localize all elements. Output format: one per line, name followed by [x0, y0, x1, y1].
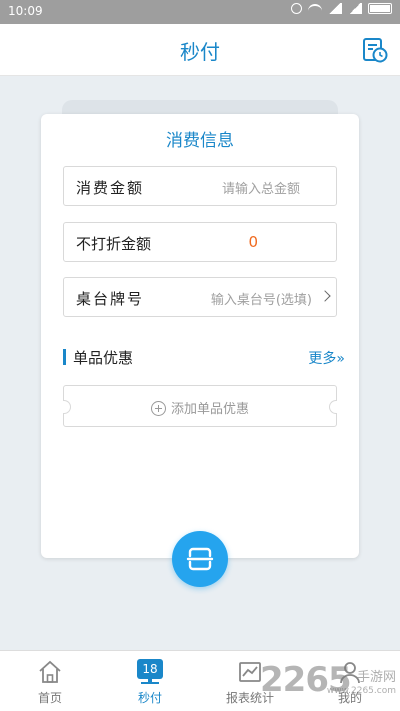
wifi-icon	[308, 3, 322, 14]
amount-field[interactable]: 消费金额 请输入总金额	[63, 166, 337, 206]
tab-pay-label: 秒付	[137, 691, 162, 705]
signal-icon	[328, 3, 342, 14]
status-bar: 10:09	[0, 0, 400, 24]
calendar-badge-icon: 18	[137, 659, 163, 679]
more-link[interactable]: 更多»	[308, 348, 345, 368]
plus-circle-icon	[150, 401, 166, 416]
tab-home[interactable]: 首页	[0, 651, 100, 711]
add-item-discount-button[interactable]: 添加单品优惠	[63, 385, 337, 427]
watermark-url: www.2265.com	[326, 686, 396, 696]
consumption-card: 消费信息 消费金额 请输入总金额 不打折金额 0 桌台牌号 输入桌台号(选填) …	[41, 114, 359, 558]
card-title: 消费信息	[166, 131, 234, 151]
badge-base	[141, 682, 159, 684]
alarm-icon	[291, 3, 302, 14]
battery-icon	[368, 3, 392, 14]
section-accent-bar	[63, 349, 66, 365]
non-discount-label: 不打折金额	[76, 235, 152, 253]
signal-icon-2	[348, 3, 362, 14]
add-item-discount: 添加单品优惠	[64, 398, 336, 417]
status-icons	[291, 3, 392, 14]
non-discount-field[interactable]: 不打折金额 0	[63, 222, 337, 262]
history-icon[interactable]	[362, 37, 388, 63]
home-icon	[39, 660, 61, 683]
section-title: 单品优惠	[73, 349, 134, 367]
table-number-label: 桌台牌号	[76, 290, 145, 308]
scan-button[interactable]	[172, 531, 228, 587]
tab-pay[interactable]: 18 秒付	[100, 651, 200, 711]
watermark: 2265 手游网 www.2265.com	[246, 660, 396, 708]
non-discount-value[interactable]: 0	[248, 233, 258, 251]
page-title: 秒付	[180, 40, 220, 64]
table-number-field[interactable]: 桌台牌号 输入桌台号(选填)	[63, 277, 337, 317]
watermark-sub: 手游网	[356, 670, 396, 685]
chevron-right-icon	[319, 290, 331, 302]
table-number-input[interactable]: 输入桌台号(选填)	[211, 289, 312, 308]
scan-icon	[186, 547, 214, 571]
add-item-discount-label: 添加单品优惠	[170, 402, 249, 417]
status-time: 10:09	[8, 4, 43, 18]
amount-input[interactable]: 请输入总金额	[222, 178, 300, 197]
amount-label: 消费金额	[76, 179, 145, 197]
app-header: 秒付	[0, 24, 400, 76]
tab-home-label: 首页	[37, 691, 62, 705]
